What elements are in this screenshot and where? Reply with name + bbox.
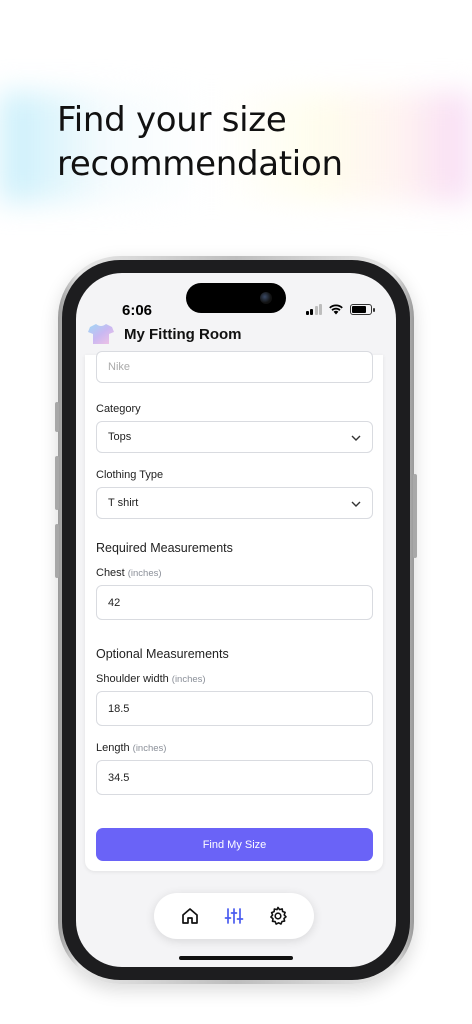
category-value: Tops xyxy=(108,431,132,443)
chest-label-text: Chest xyxy=(96,567,125,579)
chest-label: Chest (inches) xyxy=(96,567,162,579)
volume-down-button xyxy=(55,524,59,578)
chest-unit: (inches) xyxy=(127,568,162,579)
action-button xyxy=(55,402,59,432)
headline-line-1: Find your size xyxy=(57,100,287,140)
home-indicator[interactable] xyxy=(179,956,293,960)
gear-icon xyxy=(270,906,287,925)
app-header: My Fitting Room xyxy=(88,319,241,349)
tshirt-icon xyxy=(88,324,114,344)
size-form-card: Nike Category Tops Clothing Type T shirt… xyxy=(85,351,383,871)
brand-input[interactable]: Nike xyxy=(96,351,373,383)
app-title: My Fitting Room xyxy=(124,325,242,343)
length-label: Length (inches) xyxy=(96,742,166,754)
status-icons xyxy=(305,303,375,315)
chevron-down-icon xyxy=(351,501,361,507)
find-my-size-button[interactable]: Find My Size xyxy=(96,828,373,861)
length-label-text: Length xyxy=(96,742,130,754)
chest-input[interactable]: 42 xyxy=(96,585,373,620)
battery-icon xyxy=(350,303,375,315)
shoulder-unit: (inches) xyxy=(171,674,206,685)
status-time: 6:06 xyxy=(122,302,153,319)
power-button xyxy=(413,474,417,558)
bottom-tab-bar xyxy=(154,893,314,939)
category-label: Category xyxy=(96,403,141,415)
clothing-type-value: T shirt xyxy=(108,497,139,509)
shoulder-label-text: Shoulder width xyxy=(96,673,169,685)
shoulder-input[interactable]: 18.5 xyxy=(96,691,373,726)
required-measurements-heading: Required Measurements xyxy=(96,541,233,555)
wifi-icon xyxy=(329,304,343,315)
tab-home[interactable] xyxy=(177,903,203,929)
category-select[interactable]: Tops xyxy=(96,421,373,453)
cellular-signal-icon xyxy=(305,303,322,315)
chevron-down-icon xyxy=(351,435,361,441)
shoulder-label: Shoulder width (inches) xyxy=(96,673,206,685)
phone-screen: 6:06 My Fitting Room Nike Category Tops … xyxy=(76,273,396,967)
home-icon xyxy=(182,908,198,924)
length-input[interactable]: 34.5 xyxy=(96,760,373,795)
phone-frame: 6:06 My Fitting Room Nike Category Tops … xyxy=(55,256,417,984)
optional-measurements-heading: Optional Measurements xyxy=(96,647,229,661)
camera-icon xyxy=(260,292,272,304)
length-unit: (inches) xyxy=(132,743,167,754)
volume-up-button xyxy=(55,456,59,510)
sliders-icon xyxy=(224,908,244,924)
clothing-type-label: Clothing Type xyxy=(96,469,164,481)
tab-size-finder[interactable] xyxy=(221,903,247,929)
tab-settings[interactable] xyxy=(265,903,291,929)
dynamic-island xyxy=(186,283,286,313)
clothing-type-select[interactable]: T shirt xyxy=(96,487,373,519)
headline-line-2: recommendation xyxy=(57,144,343,184)
page-headline: Find your size recommendation xyxy=(57,98,343,186)
